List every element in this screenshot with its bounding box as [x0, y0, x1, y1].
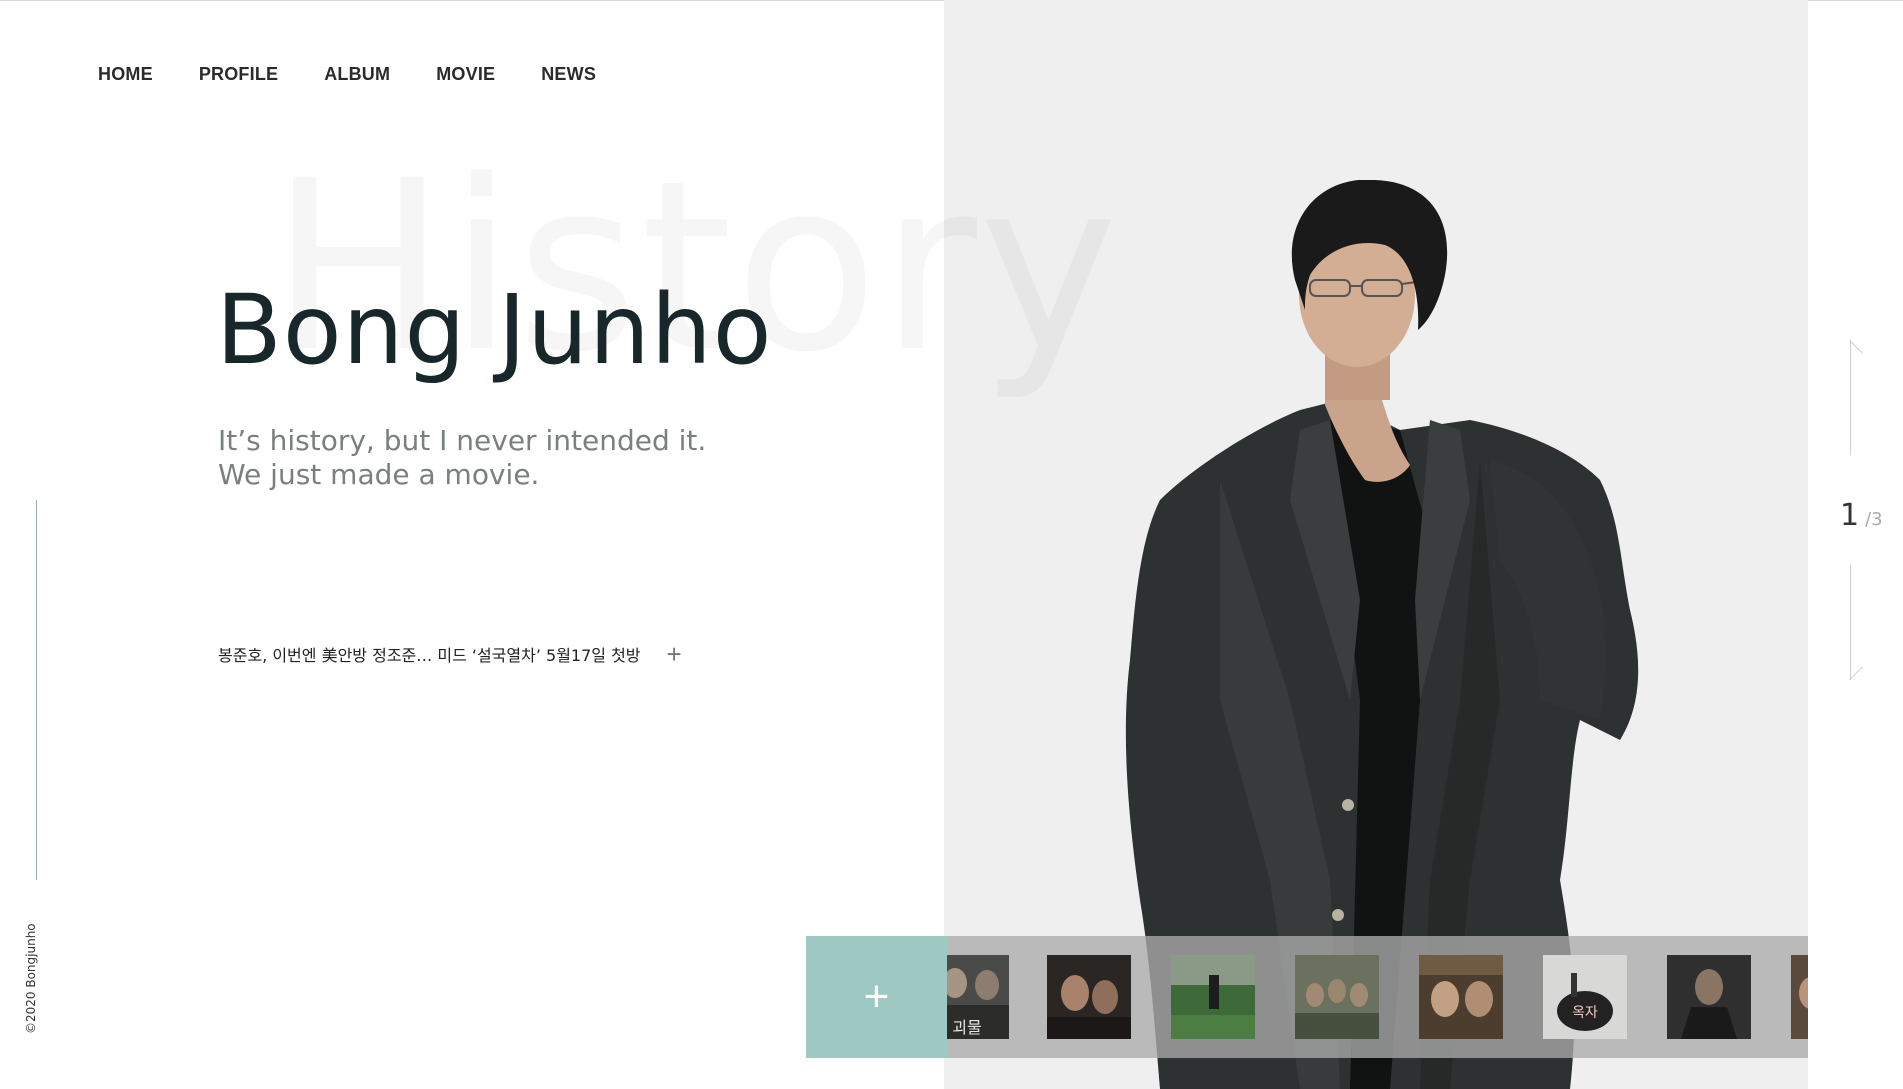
- thumbnail-caption: 괴물: [952, 1018, 981, 1037]
- plus-icon: +: [863, 972, 890, 1021]
- thumbnail-movie[interactable]: [1667, 955, 1751, 1039]
- nav-profile[interactable]: PROFILE: [199, 64, 278, 85]
- page-indicator: 1/3: [1840, 498, 1883, 533]
- thumbnail-movie[interactable]: [1791, 955, 1808, 1039]
- quote-line-2: We just made a movie.: [218, 458, 540, 491]
- news-headline-link[interactable]: 봉준호, 이번엔 美안방 정조준… 미드 ‘설국열차’ 5월17일 첫방 +: [218, 641, 682, 667]
- copyright: ©2020 Bongjunho: [24, 923, 38, 1034]
- nav-home[interactable]: HOME: [98, 64, 153, 85]
- nav-news[interactable]: NEWS: [541, 64, 596, 85]
- page-title: Bong Junho: [216, 274, 773, 386]
- hero-quote: It’s history, but I never intended it. W…: [218, 424, 706, 492]
- arrow-up-icon[interactable]: [1850, 340, 1851, 455]
- thumbnail-movie[interactable]: [1047, 955, 1131, 1039]
- thumbnail-movie[interactable]: 옥자: [1543, 955, 1627, 1039]
- thumbnail-movie[interactable]: [1419, 955, 1503, 1039]
- nav-movie[interactable]: MOVIE: [436, 64, 495, 85]
- nav-album[interactable]: ALBUM: [324, 64, 390, 85]
- main-nav: HOME PROFILE ALBUM MOVIE NEWS: [98, 64, 596, 85]
- quote-line-1: It’s history, but I never intended it.: [218, 424, 707, 457]
- thumbnail-caption: 옥자: [1572, 1005, 1598, 1021]
- thumbnail-list: 괴물 옥자: [947, 936, 1808, 1058]
- thumbnail-movie[interactable]: [1171, 955, 1255, 1039]
- current-page: 1: [1840, 498, 1860, 533]
- left-vertical-rule: [36, 500, 37, 880]
- add-button[interactable]: +: [806, 936, 947, 1058]
- arrow-down-icon[interactable]: [1850, 565, 1851, 680]
- thumbnail-movie[interactable]: 괴물: [947, 955, 1009, 1039]
- news-headline: 봉준호, 이번엔 美안방 정조준… 미드 ‘설국열차’ 5월17일 첫방: [218, 646, 641, 665]
- total-pages: /3: [1865, 509, 1883, 530]
- plus-icon[interactable]: +: [667, 641, 682, 667]
- movie-thumbnail-strip: + 괴물 옥자: [806, 936, 1808, 1058]
- slide-pager: 1/3: [1820, 340, 1890, 680]
- thumbnail-movie[interactable]: [1295, 955, 1379, 1039]
